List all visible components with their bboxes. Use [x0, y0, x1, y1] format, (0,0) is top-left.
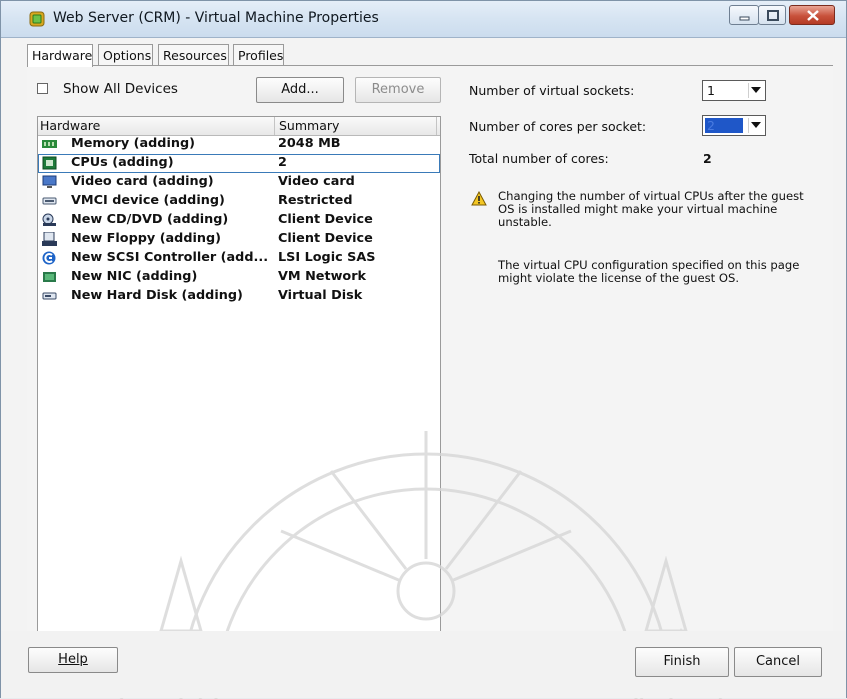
tab-options[interactable]: Options — [98, 44, 153, 66]
hardware-name: Memory (adding) — [71, 136, 195, 151]
show-all-devices-label: Show All Devices — [63, 81, 178, 97]
cancel-button[interactable]: Cancel — [734, 647, 822, 677]
warning-line: unstable. — [498, 215, 552, 229]
help-button[interactable]: Help — [28, 647, 118, 673]
floppy-icon — [42, 231, 57, 246]
nic-icon — [42, 270, 57, 284]
hardware-name: Video card (adding) — [71, 174, 214, 189]
chevron-down-icon[interactable] — [748, 83, 763, 98]
hardware-name: VMCI device (adding) — [71, 193, 225, 208]
hardware-name: New SCSI Controller (add... — [71, 250, 269, 265]
hardware-row-hard-disk[interactable]: New Hard Disk (adding) Virtual Disk — [38, 287, 440, 306]
hardware-row-memory[interactable]: Memory (adding) 2048 MB — [38, 135, 440, 154]
hardware-summary: 2048 MB — [278, 136, 341, 151]
warning-icon — [471, 190, 487, 206]
column-separator — [274, 117, 275, 135]
hardware-summary: Restricted — [278, 193, 353, 208]
hardware-summary: Client Device — [278, 212, 373, 227]
hardware-summary: 2 — [278, 155, 287, 170]
sockets-select[interactable]: 1 — [702, 80, 766, 101]
sockets-label: Number of virtual sockets: — [469, 83, 635, 98]
vmci-icon — [42, 194, 57, 208]
cores-label: Number of cores per socket: — [469, 119, 647, 134]
hardware-list[interactable]: Hardware Summary Memory (adding) 2048 MB… — [37, 116, 441, 632]
hardware-row-video-card[interactable]: Video card (adding) Video card — [38, 173, 440, 192]
column-header-summary[interactable]: Summary — [279, 118, 339, 133]
hardware-name: New Hard Disk (adding) — [71, 288, 243, 303]
hardware-row-vmci[interactable]: VMCI device (adding) Restricted — [38, 192, 440, 211]
hardware-name: CPUs (adding) — [71, 155, 174, 170]
hard-disk-icon — [42, 289, 57, 303]
maximize-button[interactable] — [758, 5, 786, 25]
hardware-summary: Video card — [278, 174, 355, 189]
tab-hardware[interactable]: Hardware — [27, 44, 93, 67]
monitor-icon — [42, 175, 57, 189]
close-icon — [807, 10, 819, 21]
properties-window: Web Server (CRM) - Virtual Machine Prope… — [0, 0, 847, 699]
tab-resources[interactable]: Resources — [158, 44, 229, 66]
finish-button[interactable]: Finish — [635, 647, 729, 677]
hardware-row-cpus[interactable]: CPUs (adding) 2 — [38, 154, 440, 173]
minimize-button[interactable] — [729, 5, 759, 25]
close-button[interactable] — [789, 5, 835, 25]
cpu-icon — [42, 156, 57, 170]
hardware-row-scsi-controller[interactable]: New SCSI Controller (add... LSI Logic SA… — [38, 249, 440, 268]
total-cores-label: Total number of cores: — [469, 151, 609, 166]
hardware-row-cd-dvd[interactable]: New CD/DVD (adding) Client Device — [38, 211, 440, 230]
add-button[interactable]: Add... — [256, 77, 344, 103]
vm-icon — [29, 11, 45, 27]
license-note: The virtual CPU configuration specified … — [498, 259, 799, 285]
scsi-icon — [42, 251, 57, 265]
sockets-value: 1 — [707, 83, 715, 98]
hardware-summary: VM Network — [278, 269, 367, 284]
column-header-hardware[interactable]: Hardware — [40, 118, 100, 133]
cores-value: 2 — [705, 118, 743, 133]
warning-text: Changing the number of virtual CPUs afte… — [498, 190, 804, 229]
title-bar[interactable]: Web Server (CRM) - Virtual Machine Prope… — [1, 1, 846, 38]
tab-profiles[interactable]: Profiles — [233, 44, 284, 66]
hardware-name: New CD/DVD (adding) — [71, 212, 229, 227]
remove-button[interactable]: Remove — [355, 77, 441, 103]
hardware-row-floppy[interactable]: New Floppy (adding) Client Device — [38, 230, 440, 249]
hardware-summary: Client Device — [278, 231, 373, 246]
column-separator-end — [436, 117, 437, 135]
checkbox-box[interactable] — [37, 83, 48, 94]
list-header: Hardware Summary — [38, 117, 440, 136]
hardware-name: New NIC (adding) — [71, 269, 198, 284]
memory-icon — [42, 137, 57, 151]
cd-dvd-icon — [42, 213, 57, 227]
window-title: Web Server (CRM) - Virtual Machine Prope… — [53, 10, 379, 26]
total-cores-value: 2 — [703, 151, 712, 166]
chevron-down-icon[interactable] — [748, 118, 763, 133]
hardware-summary: LSI Logic SAS — [278, 250, 376, 265]
license-line: might violate the license of the guest O… — [498, 271, 740, 285]
hardware-name: New Floppy (adding) — [71, 231, 222, 246]
hardware-summary: Virtual Disk — [278, 288, 363, 303]
hardware-row-nic[interactable]: New NIC (adding) VM Network — [38, 268, 440, 287]
cores-select[interactable]: 2 — [702, 115, 766, 136]
